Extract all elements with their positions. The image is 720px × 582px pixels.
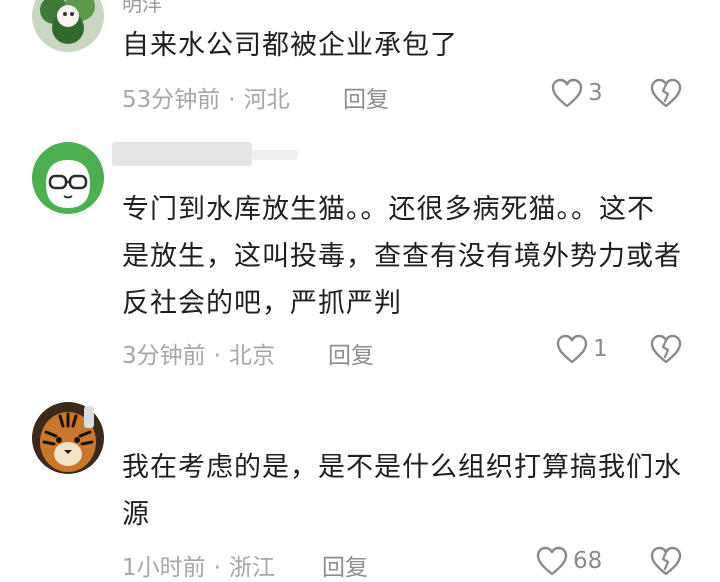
reply-button[interactable]: 回复 bbox=[322, 548, 368, 582]
meta-separator: · bbox=[228, 87, 236, 113]
comment-meta: 1小时前 · 浙江 bbox=[122, 548, 275, 582]
comment-time: 1小时前 bbox=[122, 555, 206, 581]
green-leaf-avatar-image bbox=[32, 0, 104, 52]
broken-heart-icon bbox=[650, 546, 682, 576]
avatar[interactable] bbox=[32, 0, 104, 52]
heart-outline-icon bbox=[556, 334, 588, 364]
comment-username[interactable]: 明洋 bbox=[122, 0, 162, 17]
comment-content: 自来水公司都被企业承包了 bbox=[122, 30, 458, 61]
comment-location: 浙江 bbox=[228, 555, 275, 581]
blurred-username-tail bbox=[252, 150, 298, 160]
green-cat-avatar-image bbox=[32, 142, 104, 214]
dislike-button[interactable] bbox=[650, 334, 682, 364]
comment-location: 北京 bbox=[228, 343, 275, 369]
dislike-button[interactable] bbox=[650, 546, 682, 576]
like-count: 3 bbox=[588, 80, 603, 106]
meta-separator: · bbox=[213, 555, 221, 581]
like-count: 68 bbox=[573, 548, 603, 574]
comment-content: 我在考虑的是，是不是什么组织打算搞我们水源 bbox=[122, 452, 682, 530]
meta-separator: · bbox=[213, 343, 221, 369]
reply-button[interactable]: 回复 bbox=[328, 336, 374, 370]
comment-location: 河北 bbox=[243, 87, 290, 113]
broken-heart-icon bbox=[650, 334, 682, 364]
comment-item: 专门到水库放生猫。。还很多病死猫。。这不是放生，这叫投毒，查查有没有境外势力或者… bbox=[0, 130, 720, 380]
comment-time: 3分钟前 bbox=[122, 343, 206, 369]
comment-meta: 3分钟前 · 北京 bbox=[122, 336, 275, 370]
reply-button[interactable]: 回复 bbox=[343, 80, 389, 114]
like-button[interactable]: 3 bbox=[551, 78, 603, 108]
avatar[interactable] bbox=[32, 142, 104, 214]
heart-outline-icon bbox=[551, 78, 583, 108]
comment-meta: 53分钟前 · 河北 bbox=[122, 80, 290, 114]
blurred-username bbox=[84, 406, 94, 428]
dislike-button[interactable] bbox=[650, 78, 682, 108]
comment-time: 53分钟前 bbox=[122, 87, 221, 113]
heart-outline-icon bbox=[536, 546, 568, 576]
blurred-username bbox=[112, 142, 252, 166]
comment-content: 专门到水库放生猫。。还很多病死猫。。这不是放生，这叫投毒，查查有没有境外势力或者… bbox=[122, 194, 682, 319]
like-button[interactable]: 1 bbox=[556, 334, 608, 364]
broken-heart-icon bbox=[650, 78, 682, 108]
like-button[interactable]: 68 bbox=[536, 546, 602, 576]
comment-item: 明洋 自来水公司都被企业承包了 53分钟前 · 河北 回复 3 bbox=[0, 0, 720, 120]
like-count: 1 bbox=[593, 336, 608, 362]
comment-item: 我在考虑的是，是不是什么组织打算搞我们水源 1小时前 · 浙江 回复 68 bbox=[0, 392, 720, 581]
